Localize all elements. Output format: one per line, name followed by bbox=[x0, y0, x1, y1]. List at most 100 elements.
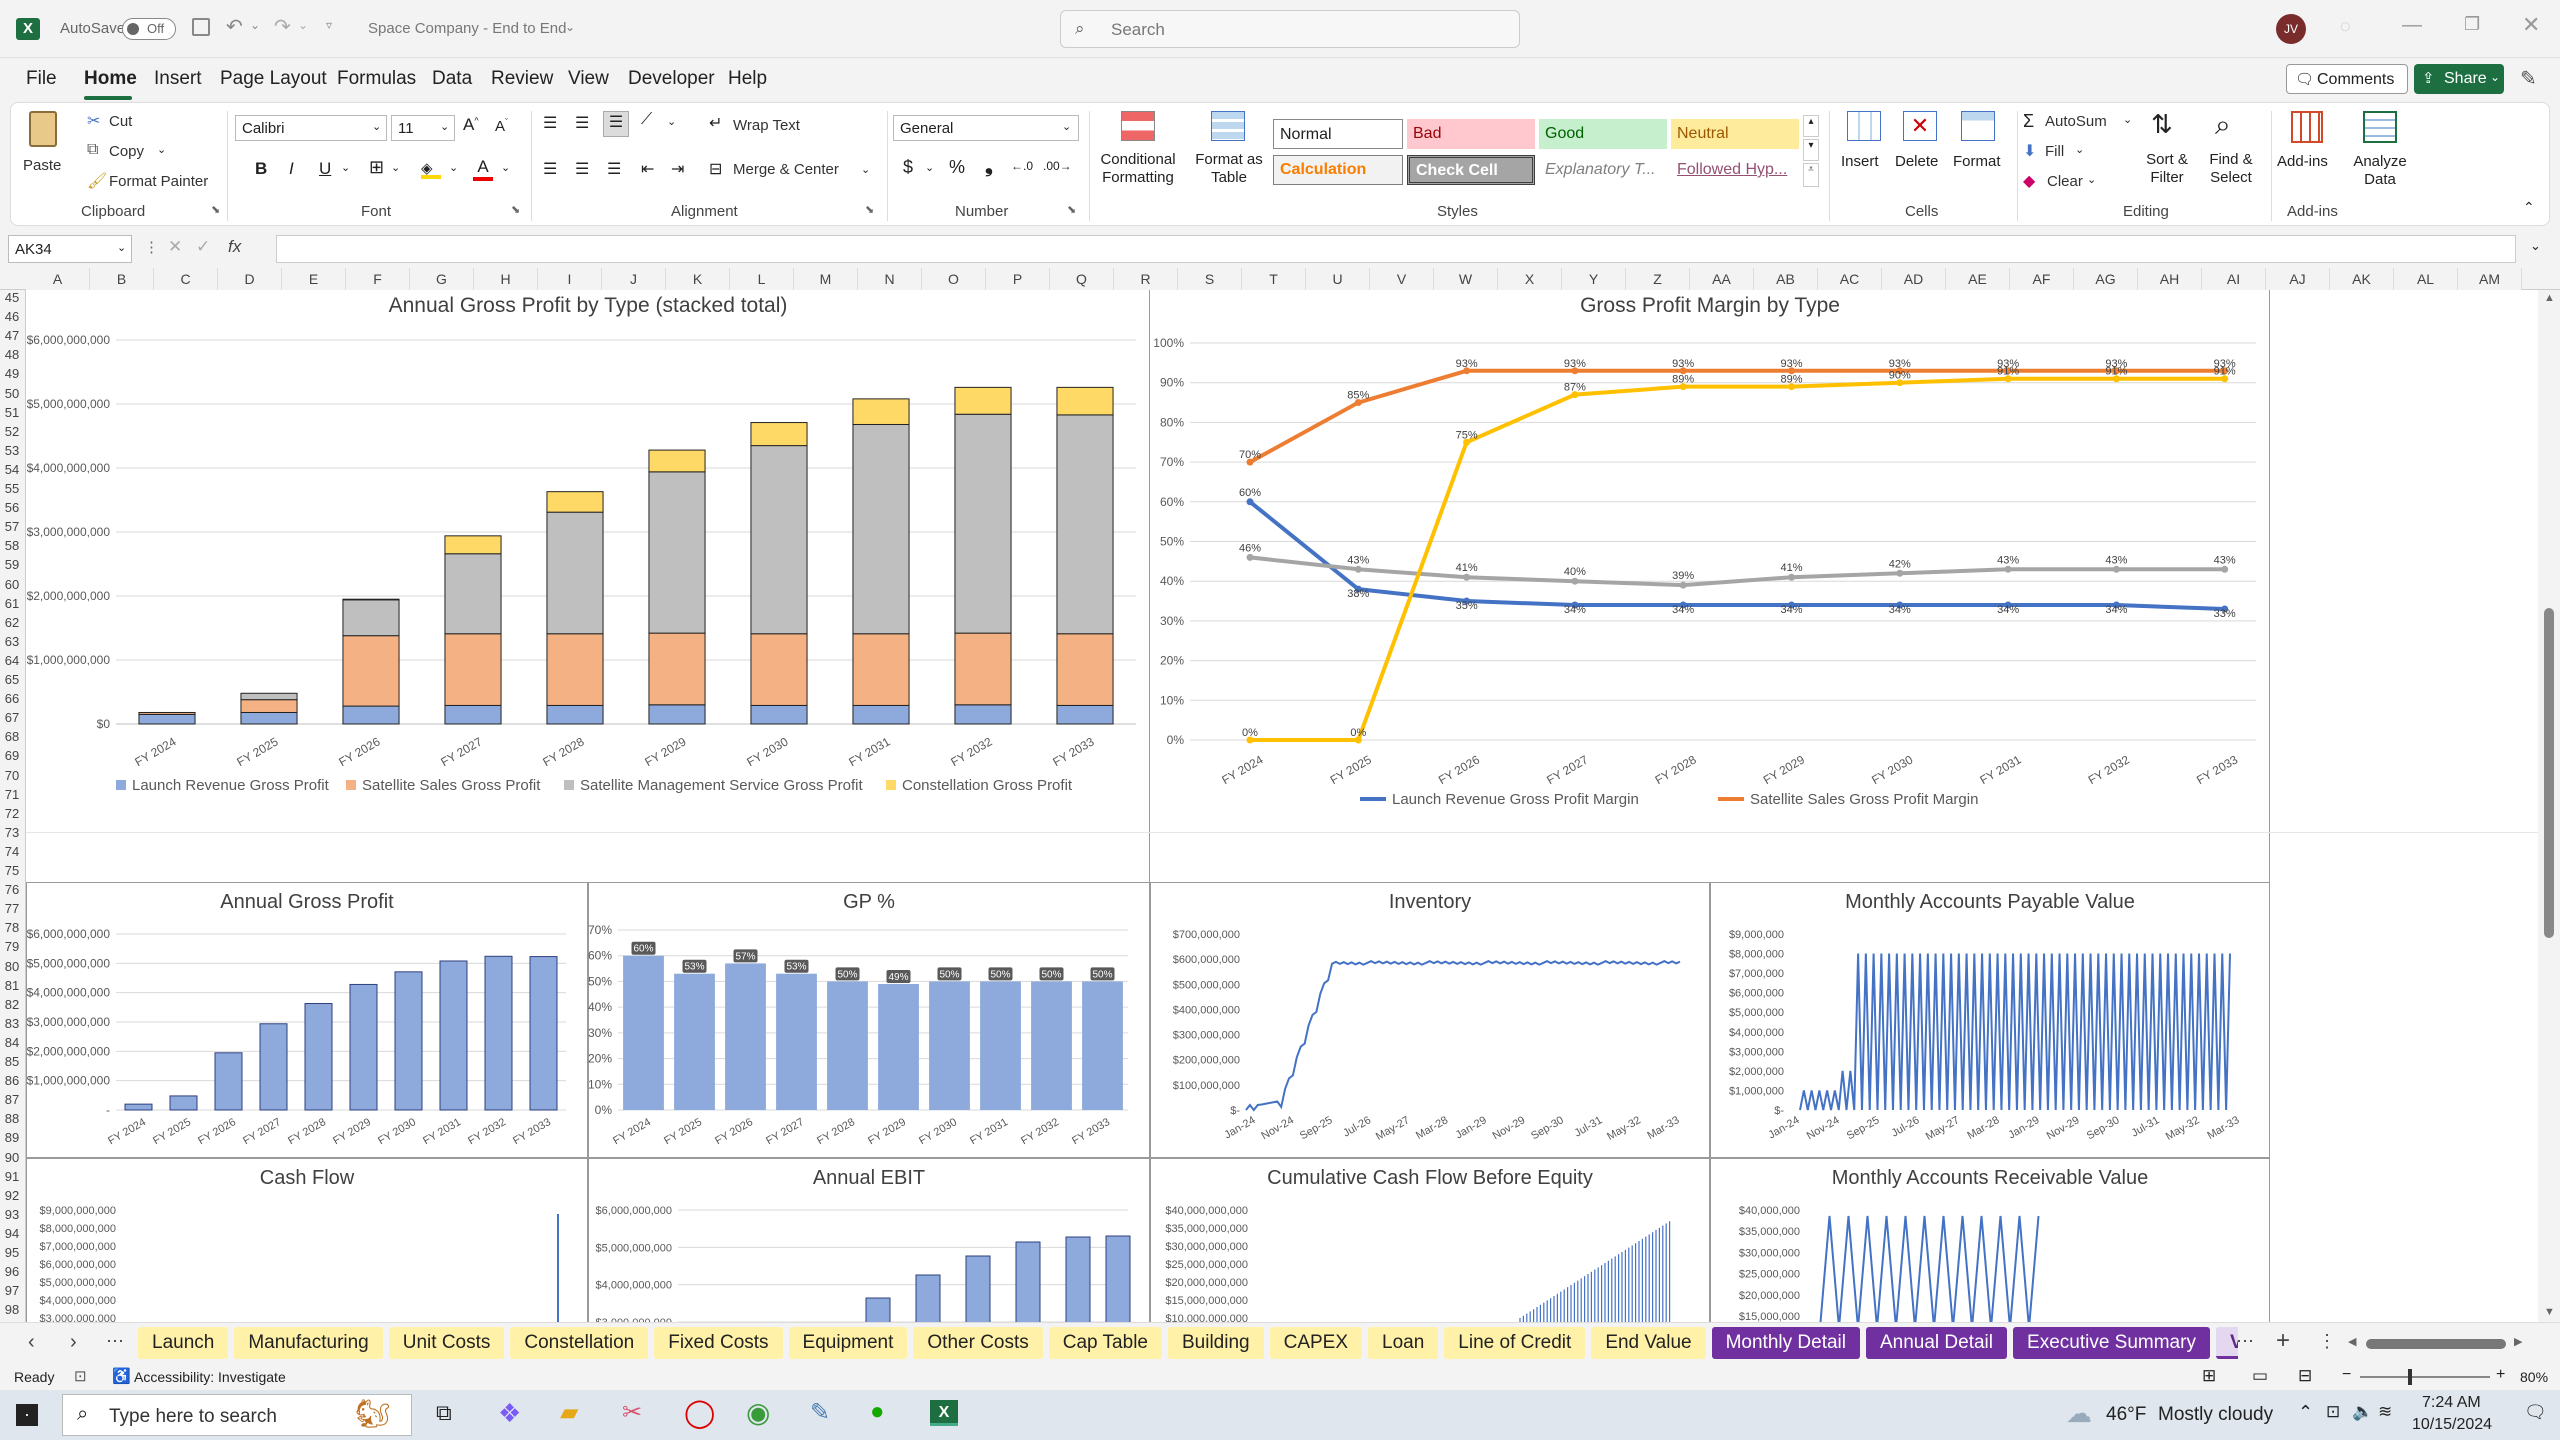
column-header-D[interactable]: D bbox=[218, 268, 282, 290]
user-avatar[interactable]: JV bbox=[2276, 14, 2306, 44]
comma-icon[interactable]: ❟ bbox=[985, 155, 993, 178]
search-box[interactable]: ⌕ Search bbox=[1060, 10, 1520, 48]
column-header-T[interactable]: T bbox=[1242, 268, 1306, 290]
tabs-more-icon[interactable]: ⋯ bbox=[2236, 1331, 2254, 1352]
row-header-91[interactable]: 91 bbox=[0, 1169, 24, 1188]
column-header-N[interactable]: N bbox=[858, 268, 922, 290]
column-header-Q[interactable]: Q bbox=[1050, 268, 1114, 290]
undo-icon[interactable]: ↶ bbox=[226, 14, 243, 39]
clipboard-launcher-icon[interactable]: ⬊ bbox=[211, 203, 220, 216]
menu-help[interactable]: Help bbox=[728, 68, 767, 90]
row-header-88[interactable]: 88 bbox=[0, 1111, 24, 1130]
style-explanatory[interactable]: Explanatory T... bbox=[1539, 155, 1667, 185]
add-sheet-icon[interactable]: + bbox=[2276, 1327, 2290, 1355]
menu-review[interactable]: Review bbox=[491, 68, 553, 90]
tabs-options-icon[interactable]: ⋮ bbox=[2318, 1331, 2336, 1352]
inventory-chart[interactable]: Inventory $- $100,000,000 $200,000,000 $300,… bbox=[1150, 882, 1710, 1158]
column-header-AG[interactable]: AG bbox=[2074, 268, 2138, 290]
taskbar-search-box[interactable]: ⌕ Type here to search 🐿 bbox=[62, 1394, 412, 1436]
borders-icon[interactable]: ⊞ bbox=[369, 157, 384, 178]
decrease-font-icon[interactable]: Aˇ bbox=[495, 117, 508, 135]
collapse-ribbon-icon[interactable]: ⌃ bbox=[2523, 199, 2535, 216]
cut-button[interactable]: Cut bbox=[109, 113, 132, 130]
row-header-94[interactable]: 94 bbox=[0, 1226, 24, 1245]
row-header-81[interactable]: 81 bbox=[0, 978, 24, 997]
percent-icon[interactable]: % bbox=[949, 157, 965, 178]
feedback-icon[interactable]: ✎ bbox=[2520, 66, 2537, 91]
column-header-G[interactable]: G bbox=[410, 268, 474, 290]
align-center-icon[interactable]: ☰ bbox=[575, 159, 589, 179]
notification-icon[interactable]: 🗨 bbox=[2524, 1402, 2547, 1423]
sheet-tab-executive-summary[interactable]: Executive Summary bbox=[2013, 1327, 2210, 1359]
copilot-icon[interactable]: ❖ bbox=[498, 1398, 521, 1429]
column-header-U[interactable]: U bbox=[1306, 268, 1370, 290]
row-header-73[interactable]: 73 bbox=[0, 825, 24, 844]
row-header-63[interactable]: 63 bbox=[0, 634, 24, 653]
decrease-decimal-icon[interactable]: .00→ bbox=[1043, 159, 1072, 173]
title-dropdown-icon[interactable]: ⌄ bbox=[565, 20, 575, 34]
row-header-55[interactable]: 55 bbox=[0, 481, 24, 500]
autosum-dropdown-icon[interactable]: ⌄ bbox=[2123, 113, 2132, 126]
style-neutral[interactable]: Neutral bbox=[1671, 119, 1799, 149]
menu-formulas[interactable]: Formulas bbox=[337, 68, 416, 90]
row-header-79[interactable]: 79 bbox=[0, 939, 24, 958]
underline-icon[interactable]: U bbox=[319, 159, 331, 179]
task-view-icon[interactable]: ⧉ bbox=[436, 1400, 452, 1426]
format-painter-button[interactable]: Format Painter bbox=[109, 173, 208, 190]
chrome-icon[interactable]: ◉ bbox=[746, 1396, 770, 1429]
row-header-70[interactable]: 70 bbox=[0, 768, 24, 787]
cash-flow-chart[interactable]: Cash Flow $3,000,000,000 $4,000,000,000 $5,… bbox=[26, 1158, 588, 1322]
column-header-F[interactable]: F bbox=[346, 268, 410, 290]
column-header-H[interactable]: H bbox=[474, 268, 538, 290]
row-header-75[interactable]: 75 bbox=[0, 863, 24, 882]
sheet-tab-capex[interactable]: CAPEX bbox=[1269, 1327, 1363, 1359]
column-header-R[interactable]: R bbox=[1114, 268, 1178, 290]
volume-icon[interactable]: 🔈 bbox=[2352, 1402, 2373, 1422]
share-button[interactable]: ⇪ Share ⌄ bbox=[2414, 64, 2504, 94]
more-sheets-icon[interactable]: ⋯ bbox=[106, 1331, 124, 1352]
currency-dropdown-icon[interactable]: ⌄ bbox=[925, 161, 934, 174]
clock-date[interactable]: 10/15/2024 bbox=[2412, 1416, 2492, 1434]
merge-dropdown-icon[interactable]: ⌄ bbox=[861, 163, 870, 176]
comments-button[interactable]: 🗨 Comments bbox=[2286, 64, 2408, 94]
row-header-60[interactable]: 60 bbox=[0, 577, 24, 596]
scroll-left-icon[interactable]: ◀ bbox=[2348, 1335, 2356, 1348]
column-header-AD[interactable]: AD bbox=[1882, 268, 1946, 290]
sheet-tab-manufacturing[interactable]: Manufacturing bbox=[234, 1327, 383, 1359]
next-sheet-icon[interactable]: › bbox=[70, 1331, 77, 1354]
zoom-level[interactable]: 80% bbox=[2520, 1369, 2548, 1385]
menu-insert[interactable]: Insert bbox=[154, 68, 202, 90]
row-header-54[interactable]: 54 bbox=[0, 462, 24, 481]
styles-scroll-down[interactable]: ▾ bbox=[1803, 139, 1819, 161]
gross-profit-margin-chart[interactable]: Gross Profit Margin by Type 0% 10% 20% 30% 40… bbox=[1150, 290, 2270, 820]
column-header-AI[interactable]: AI bbox=[2202, 268, 2266, 290]
zoom-slider-handle[interactable] bbox=[2408, 1369, 2412, 1385]
row-header-85[interactable]: 85 bbox=[0, 1054, 24, 1073]
save-icon[interactable] bbox=[192, 18, 210, 36]
row-header-83[interactable]: 83 bbox=[0, 1016, 24, 1035]
sheet-tab-cap-table[interactable]: Cap Table bbox=[1048, 1327, 1162, 1359]
column-header-AE[interactable]: AE bbox=[1946, 268, 2010, 290]
menu-page-layout[interactable]: Page Layout bbox=[220, 68, 327, 90]
row-header-51[interactable]: 51 bbox=[0, 405, 24, 424]
row-header-89[interactable]: 89 bbox=[0, 1130, 24, 1149]
copy-button[interactable]: Copy bbox=[109, 143, 144, 160]
column-header-J[interactable]: J bbox=[602, 268, 666, 290]
column-header-AL[interactable]: AL bbox=[2394, 268, 2458, 290]
lightbulb-icon[interactable]: ◌ bbox=[2340, 16, 2351, 37]
align-left-icon[interactable]: ☰ bbox=[543, 159, 557, 179]
align-bottom-icon[interactable]: ☰ bbox=[603, 111, 629, 137]
column-header-I[interactable]: I bbox=[538, 268, 602, 290]
snipping-tool-icon[interactable]: ✂ bbox=[622, 1398, 642, 1427]
clock-time[interactable]: 7:24 AM bbox=[2422, 1394, 2481, 1412]
row-header-46[interactable]: 46 bbox=[0, 309, 24, 328]
bold-icon[interactable]: B bbox=[255, 159, 267, 179]
maximize-icon[interactable]: ❐ bbox=[2464, 14, 2480, 35]
accessibility-status[interactable]: Accessibility: Investigate bbox=[134, 1369, 286, 1385]
column-header-V[interactable]: V bbox=[1370, 268, 1434, 290]
row-header-68[interactable]: 68 bbox=[0, 729, 24, 748]
sheet-tab-monthly-detail[interactable]: Monthly Detail bbox=[1711, 1327, 1860, 1359]
column-header-AK[interactable]: AK bbox=[2330, 268, 2394, 290]
orientation-dropdown-icon[interactable]: ⌄ bbox=[667, 115, 676, 128]
paste-button[interactable]: Paste bbox=[23, 107, 63, 187]
